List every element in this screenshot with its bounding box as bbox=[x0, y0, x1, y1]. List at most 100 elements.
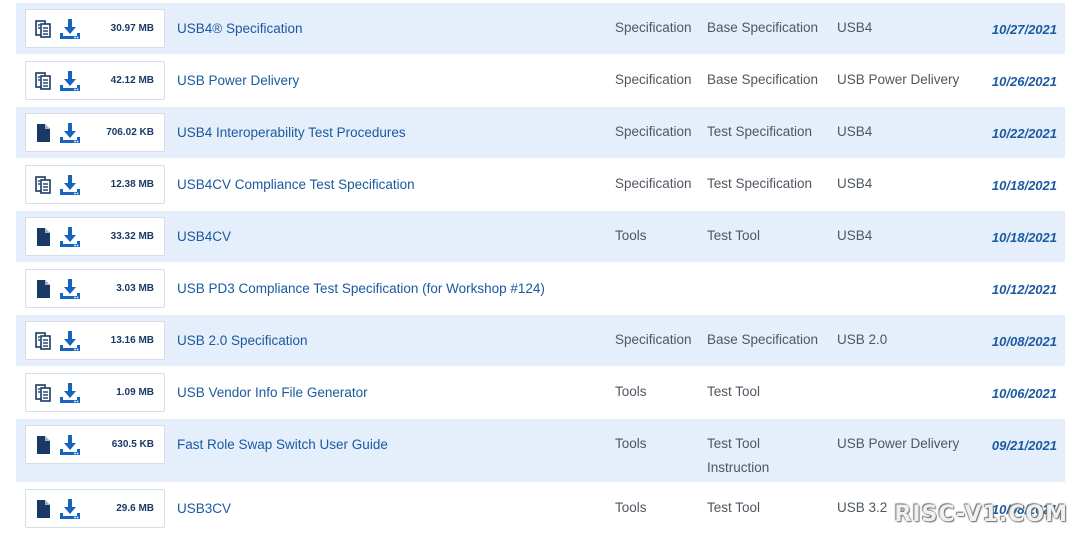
file-size: 29.6 MB bbox=[116, 503, 154, 514]
document-date: 10/18/2021 bbox=[991, 178, 1057, 193]
download-icon[interactable] bbox=[59, 174, 81, 196]
table-row: 42.12 MB USB Power Delivery Specification B… bbox=[16, 55, 1065, 107]
document-icon bbox=[35, 436, 51, 454]
multi-file-icon bbox=[35, 176, 51, 194]
document-category: USB Power Delivery bbox=[837, 436, 960, 451]
download-icon[interactable] bbox=[59, 226, 81, 248]
document-date: 10/06/2021 bbox=[991, 386, 1057, 401]
file-size: 630.5 KB bbox=[111, 439, 154, 450]
document-icon bbox=[35, 124, 51, 142]
document-subtype-line: Test Tool bbox=[707, 228, 761, 243]
document-subtype-line: Test Tool bbox=[707, 500, 761, 515]
document-type: Specification bbox=[615, 332, 692, 347]
document-type: Tools bbox=[615, 436, 647, 451]
document-title-link[interactable]: USB4CV Compliance Test Specification bbox=[177, 159, 415, 211]
watermark: RISC-V1.COM bbox=[894, 502, 1068, 527]
file-size: 3.03 MB bbox=[116, 283, 154, 294]
table-row: 12.38 MB USB4CV Compliance Test Specifica… bbox=[16, 159, 1065, 211]
document-subtype: Base Specification bbox=[707, 16, 818, 40]
download-icon[interactable] bbox=[59, 498, 81, 520]
table-row: 30.97 MB USB4® Specification Specification… bbox=[16, 3, 1065, 55]
document-subtype-line: Base Specification bbox=[707, 332, 819, 347]
document-subtype-line-2: Instruction bbox=[707, 460, 770, 475]
download-icon[interactable] bbox=[59, 434, 81, 456]
download-box[interactable]: 1.09 MB bbox=[25, 373, 165, 412]
document-subtype-line: Test Tool bbox=[707, 384, 761, 399]
document-title-link[interactable]: Fast Role Swap Switch User Guide bbox=[177, 419, 388, 471]
document-title-link[interactable]: USB3CV bbox=[177, 483, 231, 533]
document-category: USB4 bbox=[837, 20, 873, 35]
download-box[interactable]: 42.12 MB bbox=[25, 61, 165, 100]
download-box[interactable]: 29.6 MB bbox=[25, 489, 165, 528]
document-title-link[interactable]: USB Vendor Info File Generator bbox=[177, 367, 368, 419]
document-title-link[interactable]: USB4® Specification bbox=[177, 3, 303, 55]
document-subtype: Test Tool bbox=[707, 496, 760, 520]
download-box[interactable]: 12.38 MB bbox=[25, 165, 165, 204]
document-type: Specification bbox=[615, 124, 692, 139]
multi-file-icon bbox=[35, 332, 51, 350]
download-box[interactable]: 630.5 KB bbox=[25, 425, 165, 464]
file-size: 13.16 MB bbox=[110, 335, 154, 346]
download-box[interactable]: 13.16 MB bbox=[25, 321, 165, 360]
multi-file-icon bbox=[35, 384, 51, 402]
document-subtype: Base Specification bbox=[707, 328, 818, 352]
download-icon[interactable] bbox=[59, 122, 81, 144]
document-subtype: Test Tool Instruction bbox=[707, 432, 769, 480]
document-type: Tools bbox=[615, 384, 647, 399]
download-box[interactable]: 706.02 KB bbox=[25, 113, 165, 152]
document-type: Specification bbox=[615, 176, 692, 191]
table-row: 13.16 MB USB 2.0 Specification Specificati… bbox=[16, 315, 1065, 367]
document-category: USB4 bbox=[837, 176, 873, 191]
document-subtype-line: Base Specification bbox=[707, 20, 819, 35]
document-date: 09/21/2021 bbox=[991, 438, 1057, 453]
download-icon[interactable] bbox=[59, 278, 81, 300]
document-type: Tools bbox=[615, 500, 647, 515]
document-subtype: Test Specification bbox=[707, 120, 812, 144]
document-icon bbox=[35, 280, 51, 298]
multi-file-icon bbox=[35, 72, 51, 90]
document-subtype-line: Test Specification bbox=[707, 124, 813, 139]
download-icon[interactable] bbox=[59, 330, 81, 352]
document-subtype-line: Test Specification bbox=[707, 176, 813, 191]
table-row: 33.32 MB USB4CV Tools Test Tool USB4 10/18/20… bbox=[16, 211, 1065, 263]
download-box[interactable]: 30.97 MB bbox=[25, 9, 165, 48]
document-title-link[interactable]: USB4CV bbox=[177, 211, 231, 263]
document-date: 10/27/2021 bbox=[991, 22, 1057, 37]
document-subtype: Test Specification bbox=[707, 172, 812, 196]
download-icon[interactable] bbox=[59, 382, 81, 404]
file-size: 33.32 MB bbox=[110, 231, 154, 242]
multi-file-icon bbox=[35, 20, 51, 38]
document-subtype: Test Tool bbox=[707, 380, 760, 404]
table-row: 3.03 MB USB PD3 Compliance Test Specifica… bbox=[16, 263, 1065, 315]
file-size: 12.38 MB bbox=[110, 179, 154, 190]
document-title-link[interactable]: USB PD3 Compliance Test Specification (f… bbox=[177, 263, 545, 315]
document-date: 10/12/2021 bbox=[991, 282, 1057, 297]
download-box[interactable]: 3.03 MB bbox=[25, 269, 165, 308]
document-type: Specification bbox=[615, 20, 692, 35]
download-icon[interactable] bbox=[59, 70, 81, 92]
document-subtype: Base Specification bbox=[707, 68, 818, 92]
table-row: 706.02 KB USB4 Interoperability Test Proc… bbox=[16, 107, 1065, 159]
document-category: USB4 bbox=[837, 124, 873, 139]
table-row: 630.5 KB Fast Role Swap Switch User Guide… bbox=[16, 419, 1065, 483]
document-icon bbox=[35, 228, 51, 246]
table-row: 1.09 MB USB Vendor Info File Generator Too… bbox=[16, 367, 1065, 419]
document-category: USB 2.0 bbox=[837, 332, 888, 347]
document-date: 10/26/2021 bbox=[991, 74, 1057, 89]
document-title-link[interactable]: USB 2.0 Specification bbox=[177, 315, 308, 367]
file-size: 42.12 MB bbox=[110, 75, 154, 86]
document-category: USB 3.2 bbox=[837, 500, 888, 515]
file-size: 1.09 MB bbox=[116, 387, 154, 398]
download-icon[interactable] bbox=[59, 18, 81, 40]
document-date: 10/08/2021 bbox=[991, 334, 1057, 349]
document-subtype: Test Tool bbox=[707, 224, 760, 248]
document-subtype-line: Base Specification bbox=[707, 72, 819, 87]
download-box[interactable]: 33.32 MB bbox=[25, 217, 165, 256]
document-category: USB4 bbox=[837, 228, 873, 243]
documents-table: 30.97 MB USB4® Specification Specification… bbox=[16, 3, 1065, 533]
document-date: 10/22/2021 bbox=[991, 126, 1057, 141]
document-subtype-line: Test Tool bbox=[707, 436, 761, 451]
document-type: Specification bbox=[615, 72, 692, 87]
document-title-link[interactable]: USB4 Interoperability Test Procedures bbox=[177, 107, 406, 159]
document-title-link[interactable]: USB Power Delivery bbox=[177, 55, 299, 107]
